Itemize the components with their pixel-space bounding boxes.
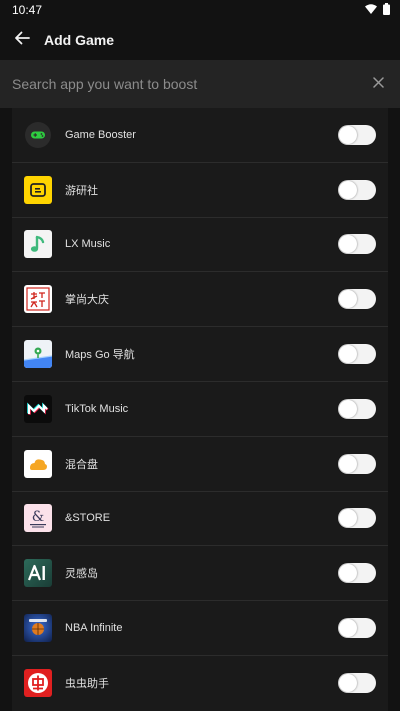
search-bar xyxy=(0,60,400,108)
app-bar: Add Game xyxy=(0,20,400,60)
app-name: Maps Go 导航 xyxy=(65,349,135,362)
close-icon xyxy=(372,75,384,93)
app-name: 虫虫助手 xyxy=(65,678,109,691)
app-name: TikTok Music xyxy=(65,402,129,415)
list-item: TikTok Music xyxy=(12,382,388,437)
andstore-icon: & xyxy=(24,504,52,533)
toggle-knob xyxy=(339,235,357,254)
hunhepan-icon xyxy=(24,449,52,478)
boost-toggle[interactable] xyxy=(338,563,376,584)
nba-infinite-icon xyxy=(24,614,52,643)
boost-toggle[interactable] xyxy=(338,124,376,145)
toggle-knob xyxy=(339,180,357,199)
game-booster-icon xyxy=(24,121,52,149)
toggle-knob xyxy=(339,674,357,693)
boost-toggle[interactable] xyxy=(338,344,376,365)
app-name: 灵感岛 xyxy=(65,568,98,581)
app-name: NBA Infinite xyxy=(65,622,123,635)
boost-toggle[interactable] xyxy=(338,508,376,529)
clear-search-button[interactable] xyxy=(368,74,388,94)
boost-toggle[interactable] xyxy=(338,453,376,474)
list-item: LX Music xyxy=(12,218,388,273)
toggle-knob xyxy=(339,345,357,364)
boost-toggle[interactable] xyxy=(338,234,376,255)
boost-toggle[interactable] xyxy=(338,673,376,694)
status-icons xyxy=(365,2,390,18)
toggle-knob xyxy=(339,564,357,583)
svg-text:&: & xyxy=(32,509,44,525)
wifi-icon xyxy=(365,3,377,17)
status-bar: 10:47 xyxy=(0,0,400,20)
boost-toggle[interactable] xyxy=(338,289,376,310)
list-item: 混合盘 xyxy=(12,437,388,492)
zhangshang-daqing-icon xyxy=(24,285,52,314)
app-list: Game Booster 游研社 LX Music 掌尚大庆 Maps Go 导… xyxy=(12,108,388,711)
linggandao-icon xyxy=(24,559,52,588)
list-item: Maps Go 导航 xyxy=(12,327,388,382)
list-item: NBA Infinite xyxy=(12,601,388,656)
arrow-left-icon xyxy=(14,30,30,51)
app-name: &STORE xyxy=(65,512,111,525)
maps-go-icon xyxy=(24,340,52,369)
lx-music-icon xyxy=(24,230,52,259)
toggle-knob xyxy=(339,290,357,309)
toggle-knob xyxy=(339,399,357,418)
boost-toggle[interactable] xyxy=(338,618,376,639)
status-time: 10:47 xyxy=(12,3,43,17)
list-item: 灵感岛 xyxy=(12,546,388,602)
toggle-knob xyxy=(339,454,357,473)
tiktok-music-icon xyxy=(24,394,52,423)
list-item: Game Booster xyxy=(12,108,388,163)
app-name: LX Music xyxy=(65,238,111,251)
list-item: 虫虫助手 xyxy=(12,656,388,711)
app-name: 游研社 xyxy=(65,184,98,197)
battery-icon xyxy=(383,2,390,18)
toggle-knob xyxy=(339,125,357,144)
youyanshe-icon xyxy=(24,175,52,204)
boost-toggle[interactable] xyxy=(338,179,376,200)
list-item: & &STORE xyxy=(12,492,388,547)
chongchong-icon xyxy=(24,669,52,698)
search-input[interactable] xyxy=(12,76,368,92)
boost-toggle[interactable] xyxy=(338,398,376,419)
toggle-knob xyxy=(339,619,357,638)
page-title: Add Game xyxy=(44,32,115,48)
list-item: 掌尚大庆 xyxy=(12,272,388,328)
app-name: 掌尚大庆 xyxy=(65,294,109,307)
app-name: Game Booster xyxy=(65,128,136,141)
back-button[interactable] xyxy=(12,30,32,50)
toggle-knob xyxy=(339,509,357,528)
list-item: 游研社 xyxy=(12,163,388,218)
app-name: 混合盘 xyxy=(65,458,98,471)
